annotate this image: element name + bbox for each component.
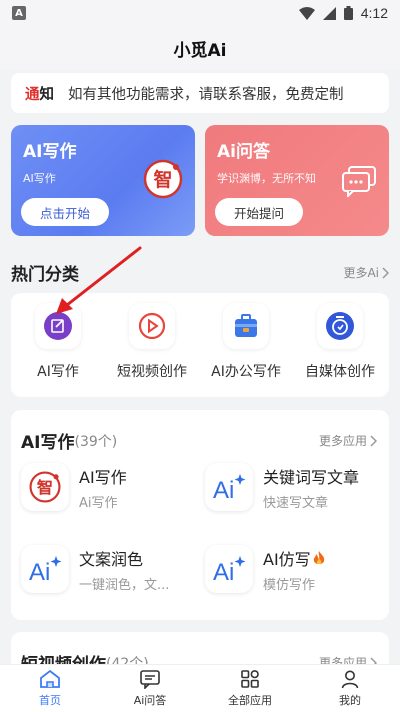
- fire-icon: [313, 550, 324, 564]
- ai-qa-card[interactable]: Ai问答 学识渊博，无所不知 开始提问: [205, 125, 389, 236]
- signal-icon: [322, 6, 336, 20]
- media-icon: [317, 303, 363, 349]
- battery-icon: [343, 6, 353, 20]
- app-desc: 模仿写作: [263, 577, 316, 593]
- app-desc: 一键润色，文...: [79, 577, 170, 593]
- notice-banner[interactable]: 通知 如有其他功能需求，请联系客服，免费定制: [11, 73, 389, 113]
- tab-profile[interactable]: 我的: [300, 665, 400, 712]
- ai-sparkle-icon: Ai: [21, 545, 69, 593]
- zhi-seal-icon: 智: [143, 159, 183, 203]
- app-count: (39个): [74, 433, 118, 450]
- app-desc: 快速写文章: [263, 495, 329, 511]
- app-keyword-article[interactable]: Ai 关键词写文章 快速写文章: [205, 460, 385, 514]
- app-name-row: AI仿写: [263, 546, 326, 570]
- bottom-tab-bar: 首页 Ai问答 全部应用 我的: [0, 664, 400, 712]
- category-label: 短视频创作: [117, 364, 187, 380]
- more-apps-link[interactable]: 更多应用: [319, 432, 377, 449]
- ai-sparkle-icon: Ai: [205, 545, 253, 593]
- app-name: AI写作: [79, 467, 127, 487]
- edit-icon: [35, 303, 81, 349]
- apps-grid-icon: [241, 670, 259, 688]
- ai-writing-panel: AI写作 (39个) 更多应用 智 AI写作 Ai写作 Ai 关键词写文章 快速…: [11, 410, 389, 620]
- chevron-right-icon: [370, 434, 377, 447]
- chat-bubbles-icon: [341, 165, 377, 201]
- category-self-media[interactable]: 自媒体创作: [293, 303, 387, 381]
- play-icon: [129, 303, 175, 349]
- home-icon: [40, 669, 60, 688]
- tab-label: Ai问答: [133, 694, 167, 707]
- status-bar: A 4:12: [0, 0, 400, 26]
- ai-sparkle-icon: Ai: [205, 463, 253, 511]
- svg-text:智: 智: [153, 168, 172, 191]
- tab-label: 我的: [339, 694, 361, 707]
- ai-writing-card[interactable]: AI写作 AI写作 智 点击开始: [11, 125, 195, 236]
- category-label: AI写作: [37, 364, 79, 380]
- tab-all-apps[interactable]: 全部应用: [200, 665, 300, 712]
- svg-text:Ai: Ai: [213, 559, 234, 584]
- user-icon: [341, 670, 359, 689]
- svg-text:Ai: Ai: [29, 559, 50, 584]
- hot-categories-header: 热门分类 更多Ai: [11, 260, 389, 285]
- tab-ai-qa[interactable]: Ai问答: [100, 665, 200, 712]
- tab-label: 全部应用: [228, 694, 272, 707]
- tab-label: 首页: [39, 694, 61, 707]
- briefcase-icon: [223, 303, 269, 349]
- svg-text:Ai: Ai: [213, 477, 234, 502]
- more-ai-label: 更多Ai: [343, 266, 379, 280]
- app-copy-polish[interactable]: Ai 文案润色 一键润色，文...: [21, 542, 201, 596]
- app-ai-imitate[interactable]: Ai AI仿写 模仿写作: [205, 542, 385, 596]
- start-asking-button[interactable]: 开始提问: [215, 198, 303, 226]
- tab-home[interactable]: 首页: [0, 665, 100, 712]
- ai-writing-header: AI写作 (39个) 更多应用: [21, 428, 377, 453]
- chat-icon: [140, 670, 160, 689]
- app-ai-writing[interactable]: 智 AI写作 Ai写作: [21, 460, 201, 514]
- app-name: AI仿写: [263, 549, 311, 569]
- notice-text: 如有其他功能需求，请联系客服，免费定制: [68, 86, 344, 103]
- category-label: AI办公写作: [211, 364, 281, 380]
- clock: 4:12: [360, 5, 388, 21]
- category-short-video[interactable]: 短视频创作: [105, 303, 199, 381]
- section-title: 热门分类: [11, 265, 79, 285]
- app-desc: Ai写作: [79, 495, 118, 511]
- page-title: 小觅Ai: [0, 26, 400, 70]
- more-apps-label: 更多应用: [318, 434, 367, 448]
- app-notification-icon: A: [12, 6, 26, 20]
- category-ai-writing[interactable]: AI写作: [11, 303, 105, 381]
- section-title: AI写作: [21, 433, 75, 453]
- zhi-seal-icon: 智: [21, 463, 69, 511]
- category-label: 自媒体创作: [305, 364, 375, 380]
- category-office-writing[interactable]: AI办公写作: [199, 303, 293, 381]
- notice-label-2: 知: [39, 86, 55, 103]
- wifi-icon: [298, 6, 315, 20]
- notice-label-1: 通: [25, 86, 40, 103]
- svg-text:智: 智: [37, 478, 53, 497]
- card-title: Ai问答: [217, 142, 270, 162]
- chevron-right-icon: [382, 266, 389, 279]
- more-ai-link[interactable]: 更多Ai: [343, 264, 389, 281]
- app-name: 文案润色: [79, 549, 144, 569]
- start-writing-button[interactable]: 点击开始: [21, 198, 109, 226]
- category-panel: AI写作 短视频创作 AI办公写作 自媒体创作: [11, 293, 389, 397]
- app-name: 关键词写文章: [263, 467, 360, 487]
